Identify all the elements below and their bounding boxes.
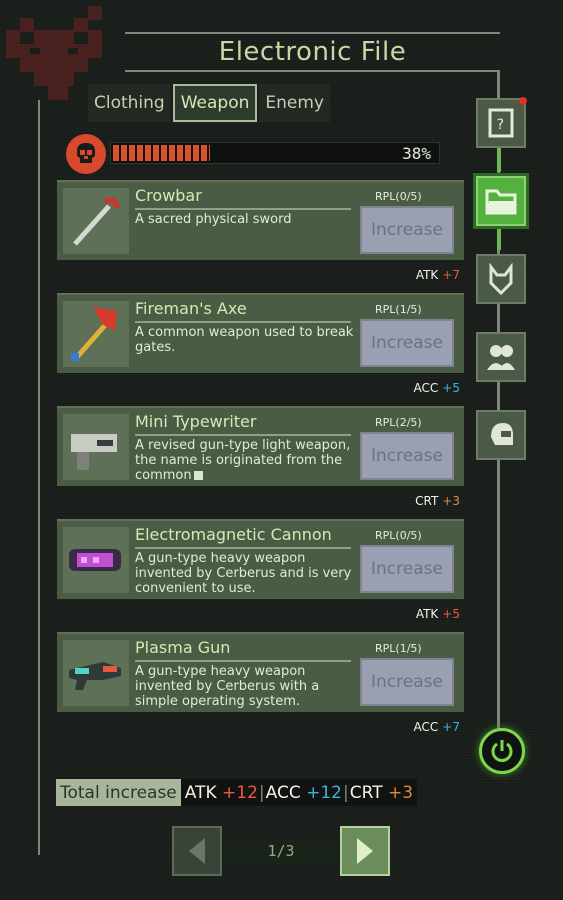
stat-value: +5 <box>442 381 460 395</box>
stat-value: +5 <box>442 607 460 621</box>
name-underline <box>135 321 351 323</box>
total-atk-label: ATK <box>184 782 217 803</box>
rpl-counter: RPL(1/5) <box>375 303 422 316</box>
description-text: A revised gun-type light weapon, the nam… <box>135 438 351 483</box>
tab-enemy[interactable]: Enemy <box>259 84 330 122</box>
weapon-card: Fireman's Axe A common weapon used to br… <box>57 293 464 395</box>
weapon-description: A revised gun-type light weapon, the nam… <box>135 438 355 483</box>
total-atk: ATK +12 | ACC +12 | CRT +3 <box>180 779 418 806</box>
stat-value: +3 <box>442 494 460 508</box>
weapon-list: Crowbar A sacred physical sword RPL(0/5)… <box>57 180 464 745</box>
weapon-name: Electromagnetic Cannon <box>135 525 332 544</box>
total-increase-bar: Total increase ATK +12 | ACC +12 | CRT +… <box>56 779 418 806</box>
side-connector <box>497 148 501 172</box>
stat-label: ACC <box>413 720 439 734</box>
folder-icon <box>485 189 517 215</box>
page-indicator: 1/3 <box>224 838 338 864</box>
gun-icon <box>63 414 129 480</box>
weapon-description: A common weapon used to break gates. <box>135 325 354 355</box>
total-acc-label: ACC <box>265 782 301 803</box>
cannon-icon <box>63 527 129 593</box>
side-button-files[interactable] <box>476 176 526 226</box>
next-page-button[interactable] <box>340 826 390 876</box>
total-atk-value: +12 <box>222 782 258 803</box>
rpl-counter: RPL(2/5) <box>375 416 422 429</box>
name-underline <box>135 434 351 436</box>
total-increase-label: Total increase <box>56 779 181 806</box>
skull-icon <box>66 134 106 174</box>
expand-arrow-icon[interactable] <box>193 471 203 480</box>
stat-bonus: ACC +5 <box>414 381 460 395</box>
helmet-icon <box>491 423 513 445</box>
stat-label: CRT <box>415 494 439 508</box>
increase-button[interactable]: Increase <box>360 658 454 706</box>
stat-bonus: CRT +3 <box>415 494 460 508</box>
side-button-beasts[interactable] <box>476 254 526 304</box>
total-crt-value: +3 <box>388 782 414 803</box>
weapon-description: A sacred physical sword <box>135 212 292 227</box>
side-button-characters[interactable] <box>476 332 526 382</box>
power-button[interactable] <box>479 728 525 774</box>
pagination: 1/3 <box>172 826 392 876</box>
weapon-card: Plasma Gun A gun-type heavy weapon inven… <box>57 632 464 734</box>
stat-bonus: ATK +7 <box>416 268 460 282</box>
total-crt-label: CRT <box>349 782 383 803</box>
stat-label: ACC <box>413 381 439 395</box>
weapon-description: A gun-type heavy weapon invented by Cerb… <box>135 664 320 709</box>
stat-value: +7 <box>442 268 460 282</box>
page-title: Electronic File <box>218 37 407 67</box>
arrow-right-icon <box>357 838 373 864</box>
progress-fill <box>113 145 210 161</box>
increase-button[interactable]: Increase <box>360 319 454 367</box>
plasma-gun-icon <box>63 640 129 706</box>
stat-bonus: ACC +7 <box>414 720 460 734</box>
weapon-card: Mini Typewriter A revised gun-type light… <box>57 406 464 508</box>
stat-label: ATK <box>415 268 439 282</box>
increase-button[interactable]: Increase <box>360 206 454 254</box>
stat-bonus: ATK +5 <box>416 607 460 621</box>
progress-bar: 38% <box>110 142 440 164</box>
side-connector <box>497 228 501 250</box>
weapon-name: Mini Typewriter <box>135 412 257 431</box>
power-icon <box>491 740 513 762</box>
rpl-counter: RPL(0/5) <box>375 190 422 203</box>
weapon-description: A gun-type heavy weapon invented by Cerb… <box>135 551 352 596</box>
name-underline <box>135 660 351 662</box>
total-acc-value: +12 <box>306 782 343 803</box>
document-icon: ? <box>488 108 514 138</box>
weapon-card: Electromagnetic Cannon A gun-type heavy … <box>57 519 464 621</box>
svg-text:?: ? <box>496 117 504 133</box>
rpl-counter: RPL(0/5) <box>375 529 422 542</box>
name-underline <box>135 208 351 210</box>
notification-dot <box>519 97 527 105</box>
side-button-equipment[interactable] <box>476 410 526 460</box>
weapon-name: Plasma Gun <box>135 638 231 657</box>
prev-page-button[interactable] <box>172 826 222 876</box>
separator: | <box>343 782 349 803</box>
category-tabs: Clothing Weapon Enemy <box>88 84 330 122</box>
collection-progress: 38% <box>66 134 442 174</box>
progress-percent: 38% <box>402 144 431 163</box>
increase-button[interactable]: Increase <box>360 432 454 480</box>
wolf-icon <box>489 263 513 295</box>
weapon-card: Crowbar A sacred physical sword RPL(0/5)… <box>57 180 464 282</box>
crowbar-icon <box>63 188 129 254</box>
tab-weapon[interactable]: Weapon <box>172 84 258 122</box>
separator: | <box>258 782 265 803</box>
arrow-left-icon <box>189 838 205 864</box>
increase-button[interactable]: Increase <box>360 545 454 593</box>
tab-clothing[interactable]: Clothing <box>88 84 171 122</box>
people-icon <box>487 345 515 370</box>
name-underline <box>135 547 351 549</box>
side-button-documents[interactable]: ? <box>476 97 527 148</box>
weapon-name: Crowbar <box>135 186 202 205</box>
rpl-counter: RPL(1/5) <box>375 642 422 655</box>
title-bar: Electronic File <box>125 32 500 72</box>
stat-value: +7 <box>442 720 460 734</box>
axe-icon <box>63 301 129 367</box>
weapon-name: Fireman's Axe <box>135 299 247 318</box>
stat-label: ATK <box>415 607 439 621</box>
